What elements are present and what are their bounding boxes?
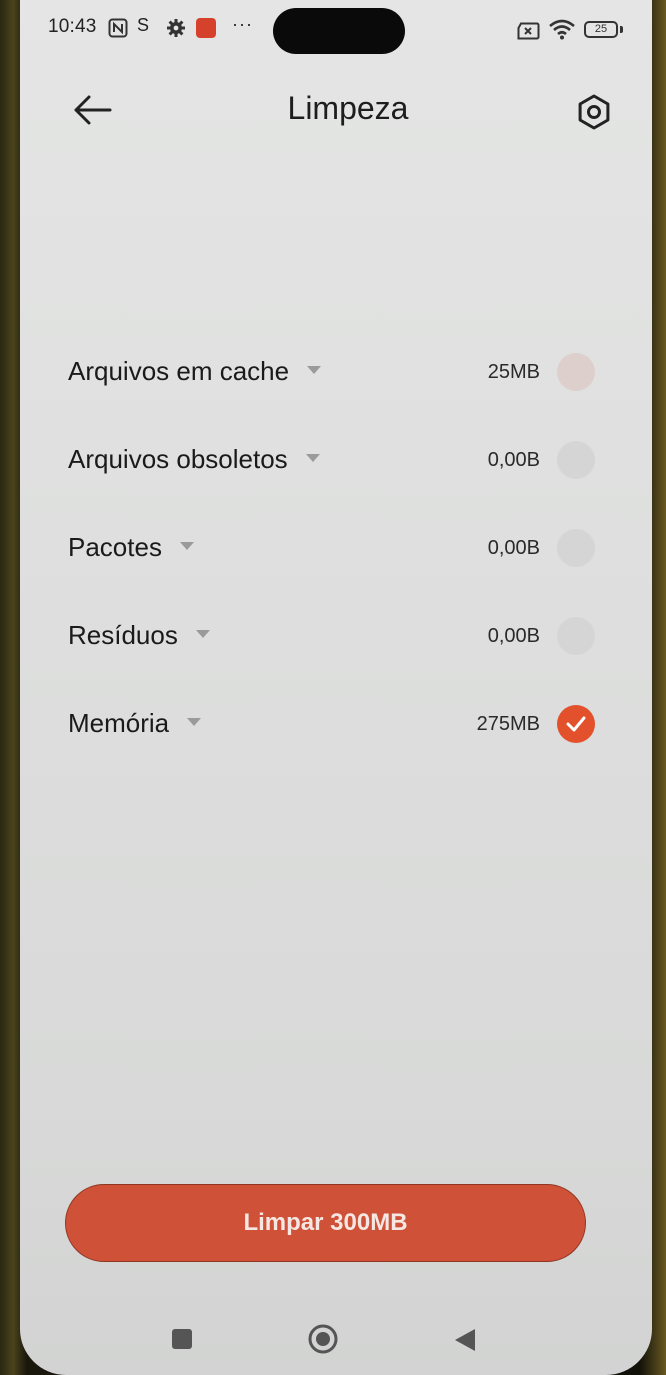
navigation-bar [20,1300,652,1375]
list-item-residues[interactable]: Resíduos 0,00B [20,592,652,680]
item-label: Memória [68,708,202,739]
wifi-icon [548,18,576,45]
item-checkbox[interactable] [557,529,595,567]
nfc-icon [108,18,128,43]
page-title: Limpeza [287,90,409,126]
item-size: 25MB [487,361,540,383]
item-label: Resíduos [68,620,210,651]
caret-down-icon[interactable] [195,630,210,639]
battery-tip [620,26,623,33]
battery-icon: 25 [584,21,618,38]
caret-down-icon[interactable] [179,542,194,551]
item-size: 275MB [476,713,540,735]
item-label: Arquivos em cache [68,356,322,387]
s-icon: S [137,15,150,35]
status-time: 10:43 [48,16,97,37]
item-label: Pacotes [68,532,194,563]
item-size: 0,00B [487,449,540,471]
cleanup-list: Arquivos em cache 25MB Arquivos obsoleto… [20,328,652,768]
square-recents-icon[interactable] [172,1329,192,1349]
app-notification-icon [196,18,216,38]
item-checkbox[interactable] [557,441,595,479]
caret-down-icon[interactable] [307,366,322,375]
camera-notch [273,8,405,54]
circle-home-icon[interactable] [308,1324,338,1354]
list-item-memory[interactable]: Memória 275MB [20,680,652,768]
item-checkbox[interactable] [557,353,595,391]
caret-down-icon[interactable] [187,718,202,727]
list-item-cache[interactable]: Arquivos em cache 25MB [20,328,652,416]
item-checkbox[interactable] [557,705,595,743]
more-dots-icon: ··· [232,14,253,34]
gear-icon [166,18,186,43]
item-size: 0,00B [487,625,540,647]
status-bar: 10:43 S ··· 25 [20,0,652,60]
sim-icon [516,22,540,45]
caret-down-icon[interactable] [305,454,320,463]
item-checkbox[interactable] [557,617,595,655]
screen: 10:43 S ··· 25 Limpeza Arquivos em cache… [20,0,652,1375]
list-item-obsolete[interactable]: Arquivos obsoletos 0,00B [20,416,652,504]
checkmark-icon [566,716,586,732]
device-frame: 10:43 S ··· 25 Limpeza Arquivos em cache… [0,0,666,1375]
header: Limpeza [20,80,652,144]
item-size: 0,00B [487,537,540,559]
item-label: Arquivos obsoletos [68,444,320,475]
clean-button[interactable]: Limpar 300MB [65,1184,586,1262]
settings-button[interactable] [574,92,614,132]
settings-hexagon-icon [578,94,610,130]
triangle-back-icon[interactable] [453,1328,477,1352]
list-item-packages[interactable]: Pacotes 0,00B [20,504,652,592]
